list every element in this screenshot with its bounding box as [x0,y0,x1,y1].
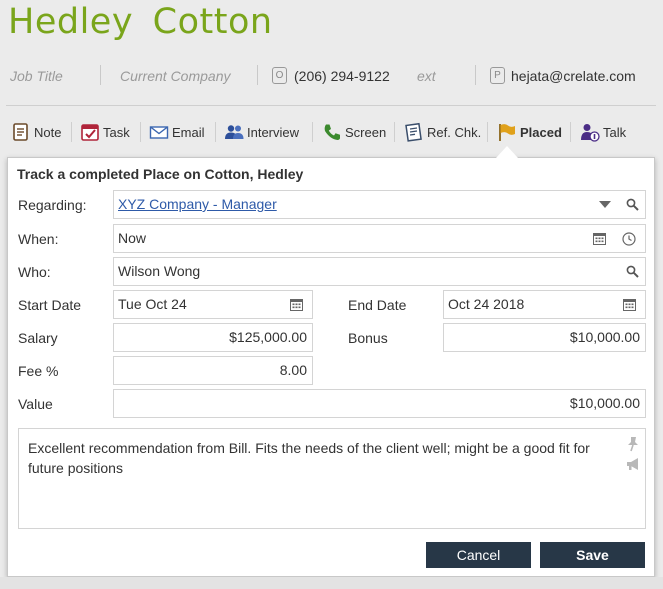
save-button[interactable]: Save [540,542,645,568]
who-field[interactable]: Wilson Wong [113,257,646,286]
flag-icon [497,122,517,142]
placed-action-label: Placed [520,124,562,140]
value-input[interactable]: $10,000.00 [113,389,646,418]
regarding-link[interactable]: XYZ Company - Manager [118,196,277,212]
job-title-field[interactable]: Job Title [10,68,63,84]
divider [257,65,258,85]
end-date-value: Oct 24 2018 [448,296,525,312]
person-name[interactable]: Hedley Cotton [8,2,273,42]
when-field[interactable]: Now [113,224,646,253]
divider [71,122,72,142]
phone-icon [322,122,342,142]
clock-icon[interactable] [622,225,636,252]
task-action[interactable]: Task [80,118,130,146]
notes-textarea[interactable]: Excellent recommendation from Bill. Fits… [18,428,646,529]
regarding-field[interactable]: XYZ Company - Manager [113,190,646,219]
interview-action[interactable]: Interview [224,118,299,146]
reference-check-action-label: Ref. Chk. [427,124,482,140]
regarding-label: Regarding: [18,197,87,213]
cancel-button[interactable]: Cancel [426,542,531,568]
email-type-icon[interactable]: P [490,67,505,84]
calendar-icon[interactable] [290,291,303,318]
note-action-label: Note [34,124,62,140]
divider [570,122,571,142]
task-icon [80,122,100,142]
divider [215,122,216,142]
divider [100,65,101,85]
note-icon [11,122,31,142]
record-header: Hedley Cotton Job Title Current Company … [0,0,663,157]
divider [475,65,476,85]
talk-action-label: Talk [603,124,627,140]
when-value: Now [118,230,147,246]
reference-check-icon [404,122,424,142]
salary-label: Salary [18,330,58,346]
current-company-field[interactable]: Current Company [120,68,231,84]
phone-ext-field[interactable]: ext [417,68,436,84]
activity-toolbar: Note Task Email Interview Screen Ref. Ch… [0,118,663,146]
bonus-input[interactable]: $10,000.00 [443,323,646,352]
phone-number[interactable]: (206) 294-9122 [294,68,390,84]
phone-type-icon[interactable]: O [272,67,287,84]
bonus-label: Bonus [348,330,388,346]
start-date-field[interactable]: Tue Oct 24 [113,290,313,319]
email-address[interactable]: hejata@crelate.com [511,68,636,84]
placement-form-panel: Track a completed Place on Cotton, Hedle… [7,157,655,577]
search-icon[interactable] [626,191,639,218]
interview-icon [224,122,244,142]
fee-label: Fee % [18,363,59,379]
screen-action[interactable]: Screen [322,118,386,146]
note-action[interactable]: Note [11,118,61,146]
reference-check-action[interactable]: Ref. Chk. [404,118,481,146]
end-date-label: End Date [348,297,407,313]
divider [140,122,141,142]
who-value: Wilson Wong [118,263,201,279]
fee-input[interactable]: 8.00 [113,356,313,385]
dropdown-arrow-icon[interactable] [599,191,611,218]
email-icon [149,122,169,142]
calendar-icon[interactable] [623,291,636,318]
screen-action-label: Screen [345,124,387,140]
calendar-icon[interactable] [593,225,606,252]
start-date-value: Tue Oct 24 [118,296,187,312]
end-date-field[interactable]: Oct 24 2018 [443,290,646,319]
talk-action[interactable]: Talk [580,118,626,146]
form-title: Track a completed Place on Cotton, Hedle… [17,166,304,182]
who-label: Who: [18,264,51,280]
talk-icon [580,122,600,142]
start-date-label: Start Date [18,297,82,313]
task-action-label: Task [103,124,130,140]
search-icon[interactable] [626,258,639,285]
notes-text: Excellent recommendation from Bill. Fits… [28,440,590,476]
email-action[interactable]: Email [149,118,205,146]
salary-input[interactable]: $125,000.00 [113,323,313,352]
popover-pointer [496,146,518,158]
pin-icon[interactable] [626,436,640,457]
interview-action-label: Interview [247,124,300,140]
when-label: When: [18,231,59,247]
divider [312,122,313,142]
divider [487,122,488,142]
divider [394,122,395,142]
contact-row: Job Title Current Company O (206) 294-91… [0,62,663,90]
background-strip [0,577,663,589]
megaphone-icon[interactable] [625,456,641,477]
email-action-label: Email [172,124,205,140]
placed-action[interactable]: Placed [497,118,562,146]
header-divider [6,105,656,106]
value-label: Value [18,396,53,412]
